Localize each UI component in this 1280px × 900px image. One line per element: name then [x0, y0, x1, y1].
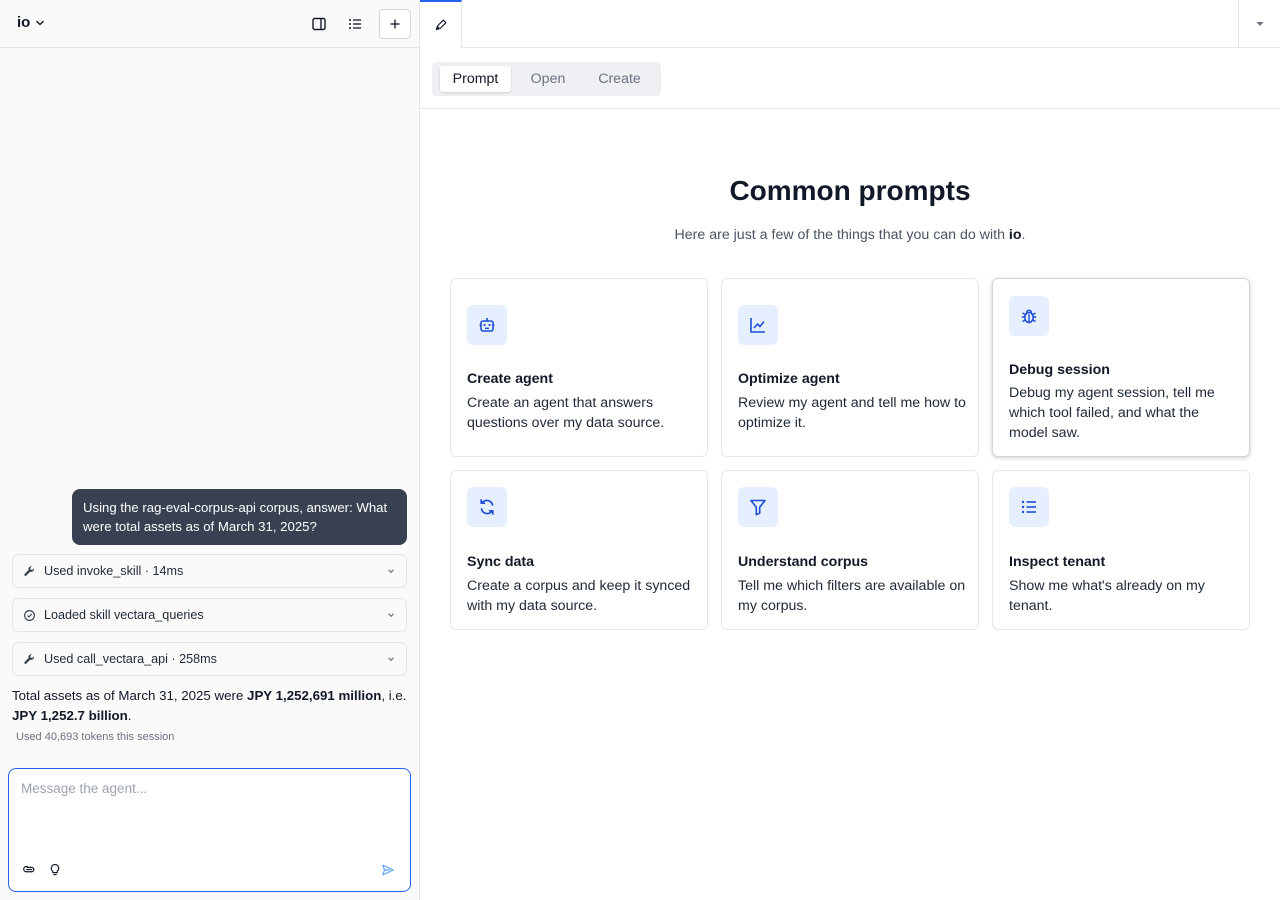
- sidebar-panel-icon: [312, 17, 326, 31]
- subtitle-app-name: io: [1008, 227, 1022, 243]
- answer-text: Total assets as of March 31, 2025 were: [12, 688, 248, 703]
- page-subtitle: Here are just a few of the things that y…: [420, 227, 1280, 243]
- card-title: Sync data: [467, 554, 535, 570]
- card-icon-badge: [1009, 487, 1049, 527]
- prompt-card-sync-data[interactable]: Sync data Create a corpus and keep it sy…: [450, 470, 708, 630]
- skill-icon: [24, 609, 35, 621]
- app-name: io: [17, 14, 31, 31]
- card-title: Understand corpus: [738, 554, 869, 570]
- attach-button[interactable]: [20, 861, 38, 879]
- send-icon: [382, 864, 394, 876]
- subtitle-text: Here are just a few of the things that y…: [674, 227, 1009, 243]
- page-title: Common prompts: [729, 175, 971, 206]
- tool-step-label: Used call_vectara_api · 258ms: [44, 652, 217, 666]
- mode-segmented-control: Prompt Open Create: [432, 62, 661, 96]
- answer-value-billion: JPY 1,252.7 billion: [12, 707, 128, 723]
- main-panel: Prompt Open Create Common prompts Here a…: [420, 0, 1280, 900]
- card-title: Optimize agent: [738, 371, 840, 387]
- subtitle-text: .: [1021, 227, 1026, 243]
- filter-icon: [750, 499, 766, 516]
- card-description: Tell me which filters are available on m…: [738, 578, 966, 614]
- list-icon: [349, 19, 361, 29]
- tool-step-call-api[interactable]: Used call_vectara_api · 258ms: [12, 642, 407, 676]
- card-title: Inspect tenant: [1009, 554, 1106, 570]
- card-icon-badge: [467, 305, 507, 345]
- plus-icon: [390, 19, 400, 29]
- mode-open-button[interactable]: Open: [518, 66, 578, 92]
- card-description: Create a corpus and keep it synced with …: [467, 578, 691, 614]
- tool-step-load-skill[interactable]: Loaded skill vectara_queries: [12, 598, 407, 632]
- card-description: Debug my agent session, tell me which to…: [1009, 385, 1215, 441]
- toggle-panel-button[interactable]: [307, 12, 331, 36]
- wrench-icon: [24, 565, 35, 576]
- prompt-card-inspect-tenant[interactable]: Inspect tenant Show me what's already on…: [992, 470, 1250, 630]
- lightbulb-icon: [50, 864, 60, 876]
- wrench-icon: [24, 653, 35, 664]
- list-icon: [1021, 500, 1036, 514]
- card-title: Create agent: [467, 371, 553, 387]
- send-button[interactable]: [379, 861, 397, 879]
- mode-create-button[interactable]: Create: [586, 66, 653, 92]
- chevron-down-icon: [388, 569, 394, 574]
- mode-prompt-button[interactable]: Prompt: [440, 66, 511, 92]
- suggestions-button[interactable]: [46, 861, 64, 879]
- paperclip-icon: [23, 865, 35, 873]
- chevron-down-icon: [388, 657, 394, 662]
- chat-sidebar: io Using the rag-eval-corpus-api corpus,…: [0, 0, 420, 900]
- answer-value-million: JPY 1,252,691 million: [247, 688, 382, 703]
- prompt-card-understand-corpus[interactable]: Understand corpus Tell me which filters …: [721, 470, 979, 630]
- card-description: Create an agent that answers questions o…: [467, 395, 665, 431]
- card-description: Show me what's already on my tenant.: [1009, 578, 1205, 614]
- mode-toolbar: Prompt Open Create: [420, 48, 1280, 109]
- tab-prompt[interactable]: [420, 0, 462, 48]
- caret-down-icon: [1256, 21, 1263, 26]
- session-list-button[interactable]: [343, 12, 367, 36]
- card-icon-badge: [1009, 296, 1049, 336]
- tool-step-invoke-skill[interactable]: Used invoke_skill · 14ms: [12, 554, 407, 588]
- new-session-button[interactable]: [379, 9, 411, 39]
- tab-bar: [420, 0, 1280, 48]
- chevron-down-icon: [36, 20, 45, 25]
- chevron-down-icon: [388, 613, 394, 618]
- tool-step-label: Loaded skill vectara_queries: [44, 608, 204, 622]
- card-title: Debug session: [1009, 362, 1110, 378]
- prompt-card-create-agent[interactable]: Create agent Create an agent that answer…: [450, 278, 708, 457]
- card-description: Review my agent and tell me how to optim…: [738, 395, 966, 431]
- card-icon-badge: [738, 487, 778, 527]
- token-usage-note: Used 40,693 tokens this session: [16, 731, 175, 743]
- answer-text: , i.e.: [381, 688, 407, 703]
- answer-text: .: [127, 707, 132, 723]
- tab-menu-button[interactable]: [1238, 0, 1280, 47]
- app-switcher[interactable]: io: [17, 14, 46, 31]
- sidebar-header: io: [0, 0, 419, 48]
- chart-line-icon: [750, 318, 765, 333]
- user-message-bubble: Using the rag-eval-corpus-api corpus, an…: [72, 489, 407, 545]
- prompt-card-optimize-agent[interactable]: Optimize agent Review my agent and tell …: [721, 278, 979, 457]
- tool-step-label: Used invoke_skill · 14ms: [44, 564, 184, 578]
- agent-answer: Total assets as of March 31, 2025 were J…: [12, 686, 412, 725]
- message-input[interactable]: [21, 781, 391, 841]
- message-composer: [8, 768, 411, 892]
- card-icon-badge: [467, 487, 507, 527]
- robot-icon: [479, 318, 495, 332]
- prompt-card-debug-session[interactable]: Debug session Debug my agent session, te…: [992, 278, 1250, 457]
- sync-icon: [480, 499, 494, 515]
- card-icon-badge: [738, 305, 778, 345]
- pen-nib-icon: [435, 19, 446, 31]
- bug-icon: [1021, 309, 1037, 324]
